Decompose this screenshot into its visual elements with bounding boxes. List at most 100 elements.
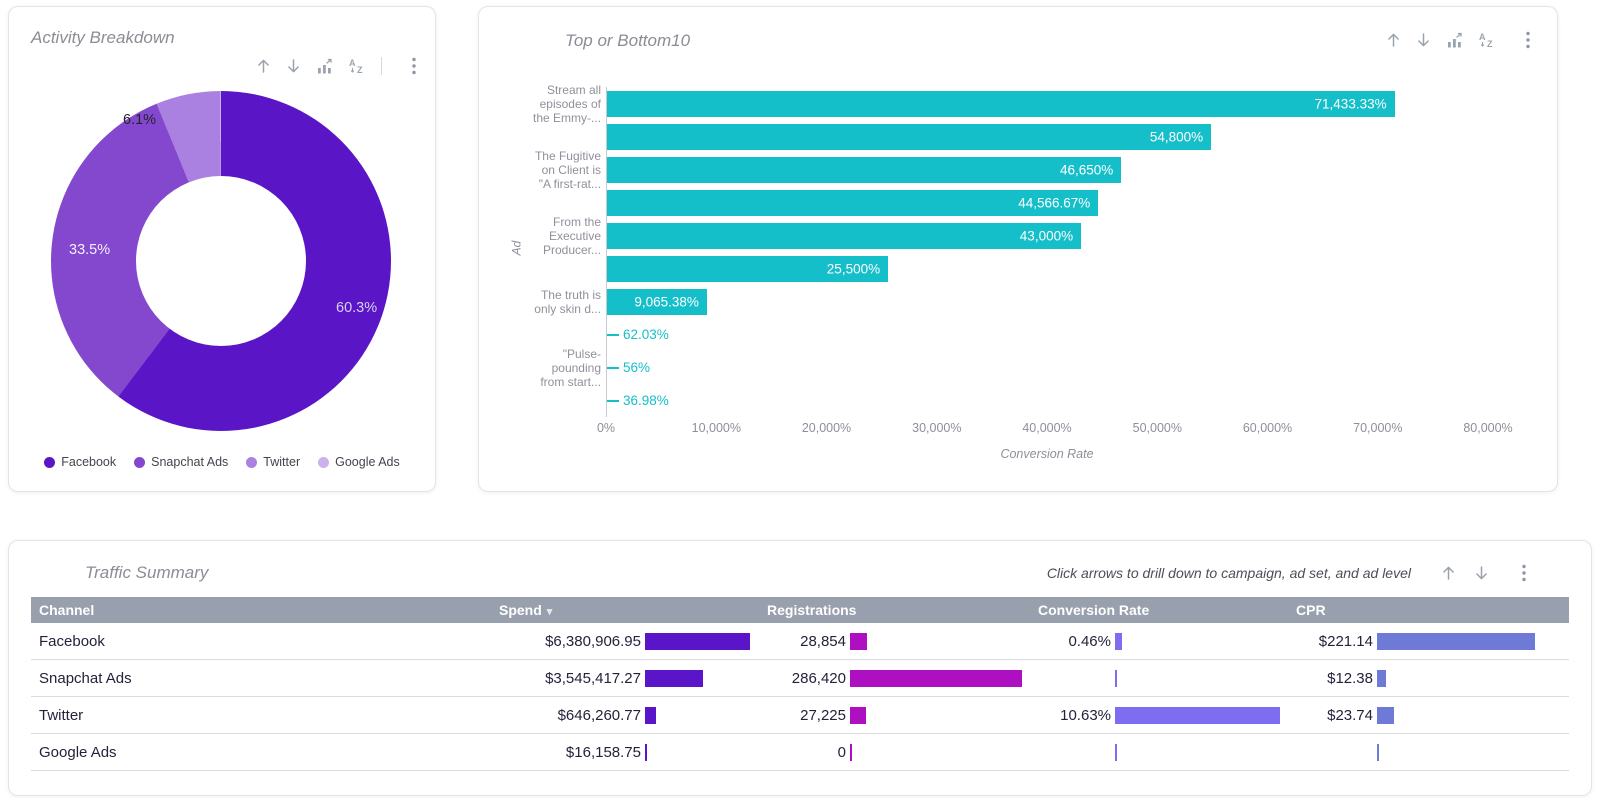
bar-value-label: 56% (623, 360, 650, 375)
conversion-value: 0.46% (1026, 633, 1111, 650)
move-down-icon[interactable] (1474, 565, 1489, 581)
bar-value-label: 46,650% (1060, 162, 1113, 177)
table-row[interactable]: Twitter$646,260.7727,22510.63%$23.74 (31, 697, 1569, 734)
table-row[interactable]: Google Ads$16,158.750 (31, 734, 1569, 771)
column-header-spend[interactable]: Spend▾ (481, 602, 761, 618)
svg-text:Z: Z (1487, 39, 1493, 48)
bar-value-label: 25,500% (827, 261, 880, 276)
spend-bar (645, 744, 647, 761)
column-header-registrations[interactable]: Registrations (761, 602, 1026, 618)
legend-item[interactable]: Google Ads (318, 455, 400, 469)
menu-kebab-icon[interactable] (411, 57, 417, 75)
spend-value: $16,158.75 (481, 744, 641, 761)
bar[interactable]: 44,566.67% (607, 190, 1098, 216)
table-body: Facebook$6,380,906.9528,8540.46%$221.14S… (31, 623, 1569, 771)
channel-cell: Twitter (31, 707, 481, 724)
conversion-bar (1115, 707, 1280, 724)
category-label: Stream allepisodes ofthe Emmy-... (485, 83, 601, 125)
channel-cell: Snapchat Ads (31, 670, 481, 687)
spend-bar (645, 670, 703, 687)
bar[interactable] (607, 367, 619, 369)
legend-label: Twitter (263, 455, 300, 469)
chart-options-icon[interactable] (1446, 32, 1464, 49)
donut-chart[interactable] (51, 91, 391, 431)
x-tick-label: 0% (597, 421, 615, 435)
cpr-bar (1377, 633, 1535, 650)
slice-label: 33.5% (69, 242, 110, 258)
x-tick-label: 70,000% (1353, 421, 1402, 435)
move-up-icon[interactable] (1441, 565, 1456, 581)
spend-value: $6,380,906.95 (481, 633, 641, 650)
cpr-value: $12.38 (1291, 670, 1373, 687)
conversion-value: 10.63% (1026, 707, 1111, 724)
hbar-plot: Stream allepisodes ofthe Emmy-...71,433.… (606, 87, 1488, 417)
bar[interactable]: 46,650% (607, 157, 1121, 183)
menu-kebab-icon[interactable] (1525, 31, 1531, 49)
cpr-bar (1377, 744, 1379, 761)
spend-value: $3,545,417.27 (481, 670, 641, 687)
table-row[interactable]: Snapchat Ads$3,545,417.27 286,420 $12.38 (31, 660, 1569, 697)
legend: Facebook Snapchat Ads Twitter Google Ads (9, 455, 435, 469)
bar[interactable]: 54,800% (607, 124, 1211, 150)
bar[interactable]: 71,433.33% (607, 91, 1395, 117)
legend-dot (246, 457, 257, 468)
cpr-value: $221.14 (1291, 633, 1373, 650)
column-header-cpr[interactable]: CPR (1291, 602, 1569, 618)
move-down-icon[interactable] (1416, 32, 1431, 48)
toolbar-separator (381, 57, 382, 75)
svg-text:A: A (349, 58, 356, 68)
chart-options-icon[interactable] (316, 58, 334, 75)
spend-bar (645, 707, 656, 724)
bar[interactable] (607, 400, 619, 402)
bar-value-label: 9,065.38% (634, 294, 699, 309)
legend-item[interactable]: Twitter (246, 455, 300, 469)
registrations-value: 28,854 (761, 633, 846, 650)
x-tick-label: 80,000% (1463, 421, 1512, 435)
x-axis-label: Conversion Rate (606, 447, 1488, 461)
registrations-value: 0 (761, 744, 846, 761)
legend-item[interactable]: Snapchat Ads (134, 455, 228, 469)
bar[interactable] (607, 334, 619, 336)
bar-value-label: 54,800% (1150, 129, 1203, 144)
sort-az-icon[interactable]: AZ (1479, 32, 1496, 48)
bar-value-label: 71,433.33% (1315, 96, 1387, 111)
spend-bar (645, 633, 750, 650)
column-header-conversion-rate[interactable]: Conversion Rate (1026, 602, 1291, 618)
conversion-bar (1115, 670, 1117, 687)
column-header-channel[interactable]: Channel (31, 602, 481, 618)
activity-breakdown-card: Activity Breakdown AZ 60.3% 33.5% 6.1% F… (8, 6, 436, 492)
x-tick-label: 60,000% (1243, 421, 1292, 435)
card-toolbar (1441, 564, 1527, 582)
bar[interactable]: 25,500% (607, 256, 888, 282)
move-down-icon[interactable] (286, 58, 301, 74)
legend-dot (44, 457, 55, 468)
registrations-bar (850, 707, 866, 724)
slice-label: 6.1% (123, 112, 156, 128)
bar-row: The truth isonly skin d...9,065.38% (607, 285, 1488, 318)
bar-row: 36.98% (607, 384, 1488, 417)
bar[interactable]: 9,065.38% (607, 289, 707, 315)
card-title: Activity Breakdown (31, 28, 175, 48)
table-row[interactable]: Facebook$6,380,906.9528,8540.46%$221.14 (31, 623, 1569, 660)
bar-row: 54,800% (607, 120, 1488, 153)
bar[interactable]: 43,000% (607, 223, 1081, 249)
cpr-bar (1377, 670, 1386, 687)
sort-az-icon[interactable]: AZ (349, 58, 366, 74)
column-header-label: Spend (499, 602, 542, 618)
move-up-icon[interactable] (256, 58, 271, 74)
bar-row: The Fugitiveon Client is"A first-rat...4… (607, 153, 1488, 186)
slice-label: 60.3% (336, 300, 377, 316)
category-label: The Fugitiveon Client is"A first-rat... (485, 149, 601, 191)
registrations-value: 286,420 (761, 670, 846, 687)
x-tick-label: 40,000% (1022, 421, 1071, 435)
cpr-bar (1377, 707, 1394, 724)
conversion-bar (1115, 633, 1122, 650)
category-label: "Pulse-poundingfrom start... (485, 347, 601, 389)
bar-value-label: 43,000% (1020, 228, 1073, 243)
card-title: Traffic Summary (85, 563, 208, 583)
move-up-icon[interactable] (1386, 32, 1401, 48)
bar-value-label: 36.98% (623, 393, 669, 408)
legend-item[interactable]: Facebook (44, 455, 116, 469)
bar-row: From theExecutiveProducer...43,000% (607, 219, 1488, 252)
menu-kebab-icon[interactable] (1521, 564, 1527, 582)
